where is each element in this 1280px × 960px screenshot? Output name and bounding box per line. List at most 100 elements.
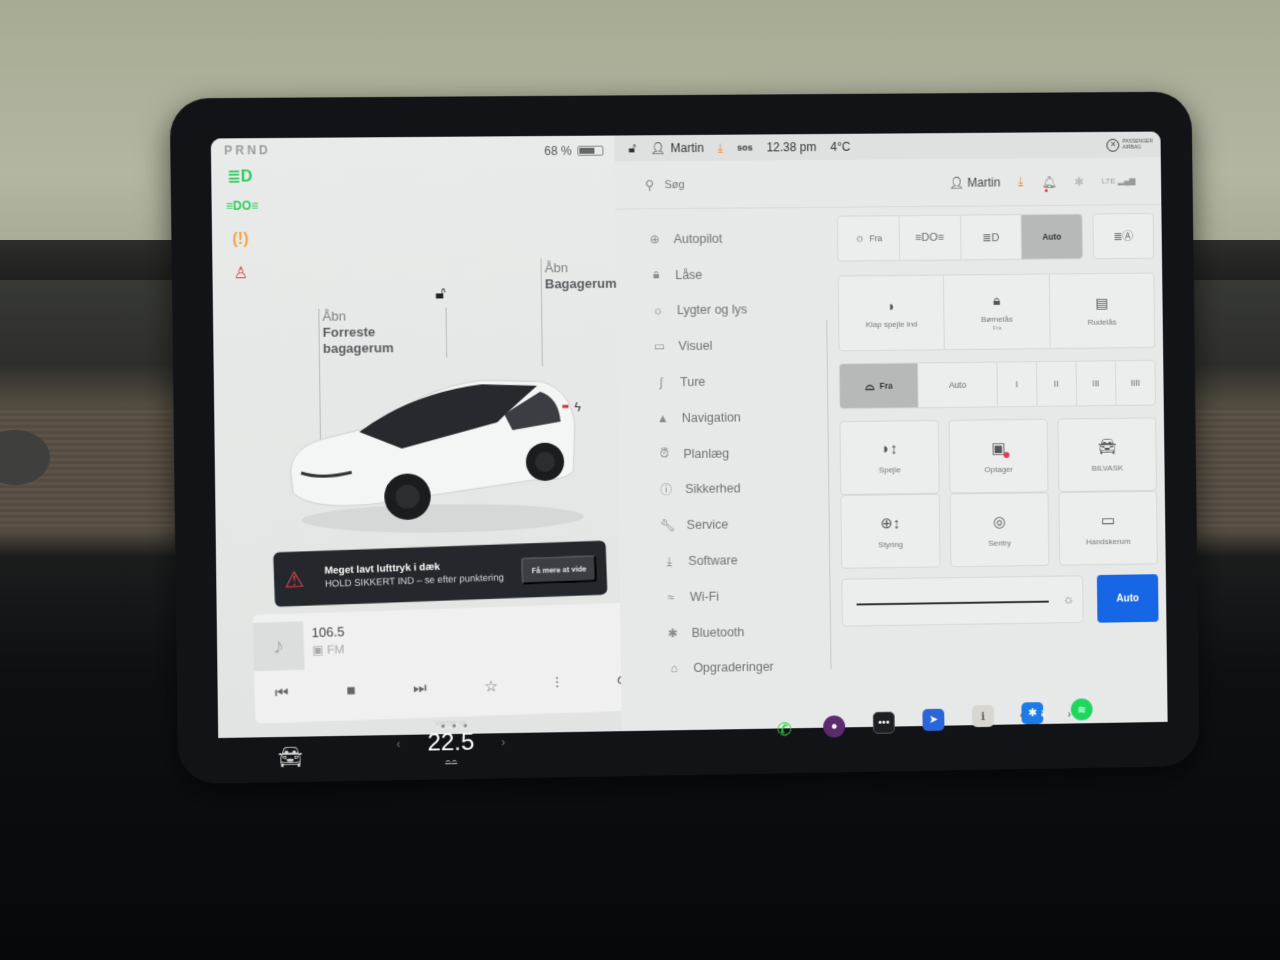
open-frunk-button[interactable]: Åbn Forreste bagagerum bbox=[322, 308, 403, 357]
lock-status-icon[interactable]: 🔓︎ bbox=[628, 141, 636, 156]
climate-status: Varmer op bbox=[434, 719, 467, 728]
parking-lights-icon: ≡DO≡ bbox=[915, 231, 945, 244]
equalizer-icon[interactable]: ⫶ bbox=[555, 675, 559, 693]
wiper-option-iii[interactable]: III bbox=[1076, 361, 1117, 406]
parking-lights-option[interactable]: ≡DO≡ bbox=[899, 215, 962, 261]
seat-heater-icons[interactable]: ⌓⌓ bbox=[411, 756, 492, 767]
nav-item-software[interactable]: ⤓ Software bbox=[649, 541, 829, 579]
nav-item-label: Sikkerhed bbox=[684, 481, 741, 497]
auto-high-beam-toggle[interactable]: ≣Ⓐ bbox=[1092, 212, 1155, 260]
lock-callout-line bbox=[445, 307, 448, 358]
driver-profile[interactable]: 👤︎ Martin bbox=[650, 141, 704, 155]
car-controls-icon[interactable]: 🚘︎ bbox=[277, 745, 303, 771]
sentry-icon: ◎ bbox=[992, 513, 1006, 531]
nav-item-label: Bluetooth bbox=[691, 624, 745, 640]
manual-app-icon[interactable]: ℹ bbox=[971, 704, 994, 728]
unlock-car-icon[interactable]: 🔓︎ bbox=[435, 285, 446, 303]
trunk-callout-line bbox=[540, 258, 543, 367]
child-lock-icon: 🔒︎ bbox=[992, 291, 1001, 308]
tile-label: Optager bbox=[984, 464, 1014, 474]
frunk-action: Åbn bbox=[322, 308, 346, 324]
tile-optager[interactable]: ▣ Optager bbox=[948, 418, 1049, 494]
tile-label: BILVASK bbox=[1091, 462, 1124, 473]
notification-bell-icon[interactable]: 🔔︎ bbox=[1041, 175, 1056, 189]
settings-search-input[interactable] bbox=[664, 177, 864, 191]
battery-percent: 68 % bbox=[544, 143, 572, 159]
recording-dot bbox=[1003, 451, 1010, 458]
tile-styring[interactable]: ⊕↕ Styring bbox=[840, 493, 941, 569]
nav-item-service[interactable]: 🔧︎ Service bbox=[649, 506, 829, 544]
auto-high-beam-icon: ≣Ⓐ bbox=[1113, 231, 1134, 244]
brightness-auto-button[interactable]: Auto bbox=[1096, 574, 1159, 623]
low-beam-option[interactable]: ≣D bbox=[960, 215, 1023, 260]
sos-indicator[interactable]: sos bbox=[737, 143, 753, 153]
climate-control[interactable]: Varmer op 22.5 ⌓⌓ ‹ › bbox=[396, 719, 505, 768]
person-icon: 👤︎ bbox=[650, 141, 666, 156]
temp-up-icon[interactable]: › bbox=[501, 735, 505, 749]
tile-sentry[interactable]: ◎ Sentry bbox=[949, 492, 1050, 568]
nav-item-autopilot[interactable]: ⊕ Autopilot bbox=[645, 220, 825, 257]
more-app-icon[interactable]: ••• bbox=[872, 711, 895, 734]
navigation-app-icon[interactable]: ➤ bbox=[922, 708, 945, 731]
option-label: I bbox=[1015, 379, 1018, 390]
brightness-slider[interactable]: ☼ bbox=[841, 575, 1084, 627]
phone-app-icon[interactable]: ✆ bbox=[773, 718, 795, 740]
radio-frequency: 106.5 bbox=[311, 623, 345, 641]
tile-handskerum[interactable]: ▭ Handskerum bbox=[1058, 490, 1158, 566]
tile-klap-spejle-ind[interactable]: ◗ Klap spejle ind bbox=[838, 275, 946, 351]
nav-item-navigation[interactable]: ▲ Navigation bbox=[648, 398, 828, 436]
nav-item-sikkerhed[interactable]: ⓘ Sikkerhed bbox=[648, 470, 828, 508]
nav-item-bluetooth[interactable]: ✱ Bluetooth bbox=[650, 613, 830, 652]
lights-off-option[interactable]: ☼ Fra bbox=[837, 216, 900, 261]
download-update-icon[interactable]: ⤓ bbox=[1018, 174, 1023, 189]
steering-wheel-icon: ⊕ bbox=[649, 232, 660, 247]
nav-item-label: Service bbox=[686, 517, 729, 533]
stop-icon[interactable]: ■ bbox=[346, 682, 356, 700]
favorite-star-icon[interactable]: ☆ bbox=[484, 677, 498, 696]
nav-item-planlæg[interactable]: ⏰︎ Planlæg bbox=[648, 434, 828, 472]
touchscreen: PRND 68 % ≣D ≡DO≡ (!) ♙ Åbn Forreste bag… bbox=[210, 131, 1168, 739]
volume-down-icon[interactable]: ‹ bbox=[1019, 709, 1023, 721]
next-track-icon[interactable]: ⏭ bbox=[413, 680, 427, 699]
nav-item-opgraderinger[interactable]: ⌂ Opgraderinger bbox=[651, 648, 831, 687]
tile-spejle[interactable]: ◗↕ Spejle bbox=[839, 419, 940, 496]
volume-up-icon[interactable]: › bbox=[1067, 708, 1071, 720]
wiper-option-iiii[interactable]: IIII bbox=[1116, 361, 1155, 405]
profile-button[interactable]: 👤︎ Martin bbox=[949, 175, 1001, 189]
nav-item-wi-fi[interactable]: ≈ Wi-Fi bbox=[650, 577, 830, 615]
tile-børnelås[interactable]: 🔒︎ Børnelås Fra bbox=[944, 274, 1051, 350]
nav-item-label: Lygter og lys bbox=[676, 302, 748, 318]
sun-icon: ☼ bbox=[652, 303, 664, 318]
alarm-clock-icon: ⏰︎ bbox=[659, 446, 670, 461]
battery-fill bbox=[579, 147, 595, 154]
bluetooth-status-icon[interactable]: ✱ bbox=[1074, 174, 1084, 188]
wiper-option-fra[interactable]: ⌓ Fra bbox=[839, 363, 919, 409]
camera-app-icon[interactable]: ● bbox=[823, 714, 846, 738]
controls-panel: ☼ Fra ≡DO≡ ≣D Auto ≣Ⓐ ◗ Klap spejle ind 🔒︎ Børn… bbox=[836, 212, 1159, 627]
tile-bilvask[interactable]: 🚘︎ BILVASK bbox=[1057, 417, 1157, 493]
lights-auto-option[interactable]: Auto bbox=[1021, 214, 1083, 259]
wiper-option-i[interactable]: I bbox=[996, 362, 1038, 407]
nav-item-lygter-og-lys[interactable]: ☼ Lygter og lys bbox=[646, 291, 826, 329]
wiper-icon: ⌓ bbox=[865, 378, 875, 393]
brightness-sun-icon: ☼ bbox=[1062, 591, 1075, 607]
tile-sublabel: Fra bbox=[992, 325, 1002, 332]
wiper-option-ii[interactable]: II bbox=[1036, 361, 1077, 406]
nav-item-visuel[interactable]: ▭ Visuel bbox=[647, 327, 827, 365]
person-icon: 👤︎ bbox=[948, 175, 968, 190]
search-icon: ⚲ bbox=[644, 176, 655, 192]
network-type: LTE bbox=[1101, 176, 1116, 186]
nav-item-låse[interactable]: 🔒︎ Låse bbox=[646, 256, 826, 293]
navigation-icon: ▲ bbox=[656, 411, 669, 426]
previous-track-icon[interactable]: ⏮ bbox=[275, 684, 289, 703]
nav-item-label: Visuel bbox=[678, 339, 713, 354]
tile-rudelås[interactable]: ▤ Rudelås bbox=[1049, 274, 1154, 349]
learn-more-button[interactable]: Få mere at vide bbox=[521, 554, 597, 585]
volume-muted-icon[interactable]: 🔇︎ bbox=[1041, 706, 1050, 723]
software-update-icon[interactable]: ⤓ bbox=[718, 140, 723, 155]
nav-item-ture[interactable]: ∫ Ture bbox=[647, 363, 827, 401]
open-trunk-button[interactable]: Åbn Bagagerum bbox=[545, 260, 617, 293]
brightness-track[interactable] bbox=[856, 600, 1049, 606]
wiper-option-auto[interactable]: Auto bbox=[918, 362, 998, 408]
temp-down-icon[interactable]: ‹ bbox=[396, 737, 400, 751]
